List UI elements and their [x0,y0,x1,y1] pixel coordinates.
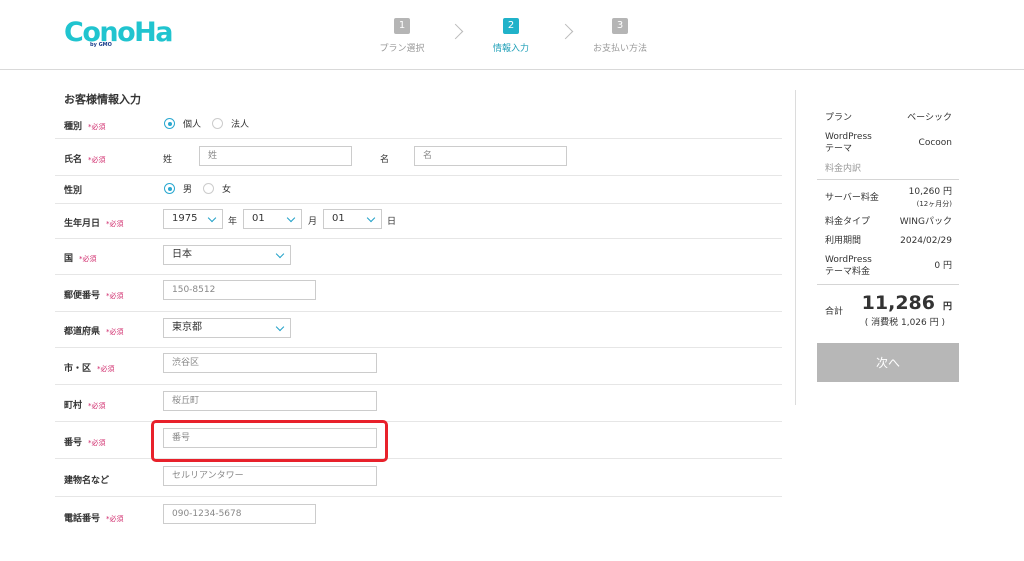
radio-unselected-icon [212,118,223,129]
name-label: 氏名 *必須 [64,155,106,165]
plan-row: プラン ベーシック [825,113,952,123]
next-button[interactable]: 次へ [817,343,959,382]
row-gender: 性別 男 女 [55,175,782,204]
step-1-label: プラン選択 [379,44,425,54]
gender-label: 性別 [64,186,83,196]
logo-text: ConoHa [64,17,173,48]
birth-year-select[interactable]: 1975 [163,209,223,229]
form-title: お客様情報入力 [64,93,141,106]
radio-female[interactable]: 女 [203,182,231,195]
step-2: 2 情報入力 [466,18,556,54]
row-name: 氏名 *必須 姓 姓 名 名 [55,138,782,176]
theme-row: WordPress テーマ Cocoon [825,132,952,154]
mei-label: 名 [380,155,390,165]
radio-corporate[interactable]: 法人 [212,117,249,130]
sei-label: 姓 [163,155,173,165]
birth-month-select[interactable]: 01 [243,209,302,229]
day-unit: 日 [387,217,397,227]
row-phone: 電話番号 *必須 090-1234-5678 [55,496,782,536]
chevron-right-icon [557,23,574,40]
step-3-label: お支払い方法 [592,44,647,54]
last-name-input[interactable]: 姓 [199,146,352,166]
chevron-right-icon [447,23,464,40]
row-prefecture: 都道府県 *必須 東京都 [55,311,782,348]
panel-separator [817,284,959,285]
country-select[interactable]: 日本 [163,245,291,265]
row-building: 建物名など セルリアンタワー [55,458,782,497]
year-unit: 年 [228,217,238,227]
city-input[interactable]: 渋谷区 [163,353,377,373]
phone-input[interactable]: 090-1234-5678 [163,504,316,524]
server-fee-row: サーバー料金 10,260 円 (12ヶ月分) [825,187,952,208]
postal-code-input[interactable]: 150-8512 [163,280,316,300]
step-1: 1 プラン選択 [357,18,447,54]
prefecture-select[interactable]: 東京都 [163,318,291,338]
chevron-down-icon [207,213,217,223]
chevron-down-icon [275,322,285,332]
chevron-down-icon [366,213,376,223]
total-amount: 11,286 円 [861,292,952,314]
row-birthdate: 生年月日 *必須 1975 年 01 月 01 日 [55,203,782,239]
first-name-input[interactable]: 名 [414,146,567,166]
conoha-logo[interactable]: ConoHa by GMO [64,17,173,50]
prefecture-label: 都道府県 *必須 [64,327,124,337]
radio-selected-icon [164,183,175,194]
radio-male[interactable]: 男 [164,182,192,195]
birth-day-select[interactable]: 01 [323,209,382,229]
panel-separator [817,179,959,180]
city-label: 市・区 *必須 [64,364,115,374]
town-label: 町村 *必須 [64,401,106,411]
radio-individual[interactable]: 個人 [164,117,201,130]
period-row: 利用期間 2024/02/29 [825,236,952,246]
row-type: 種別 *必須 個人 法人 [55,110,782,139]
theme-fee-row: WordPress テーマ料金 0 円 [825,255,952,277]
total-row: 合計 11,286 円 ( 消費税 1,026 円 ) [825,292,952,328]
highlight-box [151,420,388,462]
number-label: 番号 *必須 [64,438,106,448]
radio-selected-icon [164,118,175,129]
building-label: 建物名など [64,476,110,486]
step-1-number: 1 [394,18,410,34]
step-2-label: 情報入力 [492,44,529,54]
radio-unselected-icon [203,183,214,194]
postal-label: 郵便番号 *必須 [64,291,124,301]
chevron-down-icon [286,213,296,223]
chevron-down-icon [275,249,285,259]
breakdown-label: 料金内訳 [825,164,862,174]
step-3: 3 お支払い方法 [575,18,665,54]
birthdate-label: 生年月日 *必須 [64,219,124,229]
phone-label: 電話番号 *必須 [64,514,124,524]
town-input[interactable]: 桜丘町 [163,391,377,411]
row-city: 市・区 *必須 渋谷区 [55,347,782,385]
row-country: 国 *必須 日本 [55,238,782,275]
type-label: 種別 *必須 [64,122,106,132]
step-2-number: 2 [503,18,519,34]
logo-sub: by GMO [90,42,112,48]
fee-type-row: 料金タイプ WINGパック [825,217,952,227]
building-input[interactable]: セルリアンタワー [163,466,377,486]
panel-divider [795,90,796,405]
country-label: 国 *必須 [64,254,97,264]
step-3-number: 3 [612,18,628,34]
month-unit: 月 [308,217,318,227]
row-town: 町村 *必須 桜丘町 [55,384,782,422]
row-postal: 郵便番号 *必須 150-8512 [55,274,782,312]
header: ConoHa by GMO 1 プラン選択 2 情報入力 3 お支払い方法 [0,0,1024,70]
